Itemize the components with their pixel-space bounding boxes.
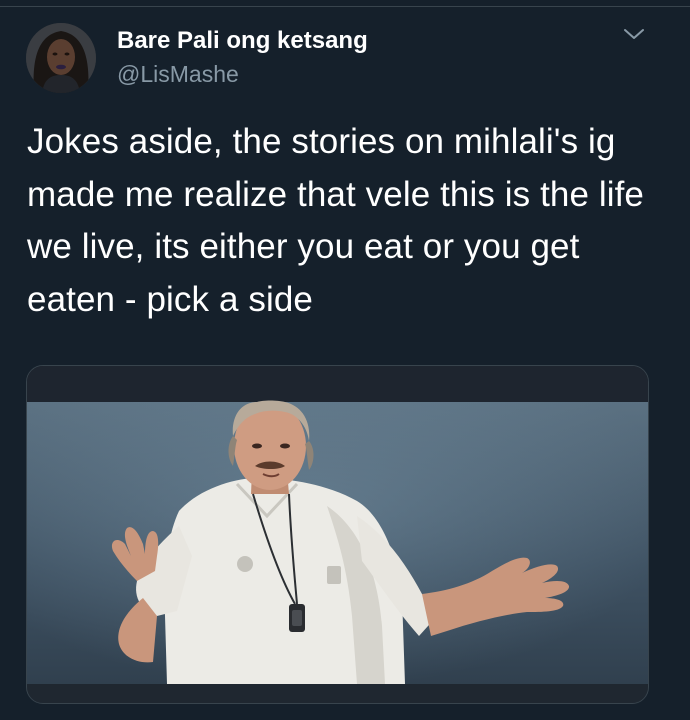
- shrugging-man-photo: [27, 366, 648, 703]
- divider: [0, 6, 690, 7]
- avatar-image: [26, 23, 96, 93]
- chevron-down-icon[interactable]: [622, 26, 646, 42]
- tweet-text: Jokes aside, the stories on mihlali's ig…: [27, 122, 644, 319]
- tweet-media-image[interactable]: [26, 365, 649, 704]
- avatar[interactable]: [26, 23, 96, 93]
- author-handle[interactable]: @LisMashe: [117, 61, 239, 88]
- author-name[interactable]: Bare Pali ong ketsang: [117, 27, 368, 55]
- tweet-card: Bare Pali ong ketsang @LisMashe Jokes as…: [0, 0, 690, 720]
